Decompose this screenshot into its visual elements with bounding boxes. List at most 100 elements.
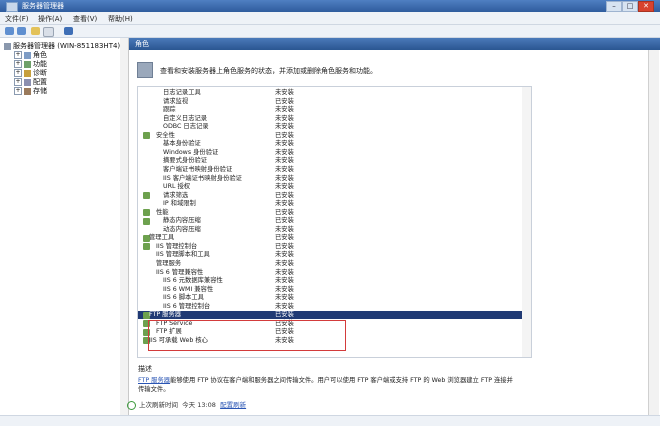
menu-help[interactable]: 帮助(H) bbox=[108, 14, 133, 24]
table-row[interactable]: 请求筛选 已安装 bbox=[138, 192, 523, 200]
title-bar: 服务器管理器 – □ ✕ bbox=[0, 0, 660, 12]
table-row[interactable]: URL 授权 未安装 bbox=[138, 183, 523, 191]
description-text: FTP 服务器能够使用 FTP 协议在客户端和服务器之间传输文件。用户可以使用 … bbox=[138, 376, 518, 394]
table-row[interactable]: 客户端证书映射身份验证 未安装 bbox=[138, 166, 523, 174]
service-name: 性能 bbox=[156, 208, 169, 216]
service-name: 自定义日志记录 bbox=[163, 114, 208, 122]
table-row[interactable]: 请求监视 已安装 bbox=[138, 98, 523, 106]
refresh-label: 上次刷新时间 bbox=[139, 401, 178, 409]
window-title: 服务器管理器 bbox=[22, 2, 64, 10]
panel-scrollbar[interactable] bbox=[648, 50, 659, 415]
table-row[interactable]: IIS 6 管理兼容性 未安装 bbox=[138, 269, 523, 277]
service-status: 已安装 bbox=[275, 191, 294, 199]
properties-icon[interactable] bbox=[43, 27, 54, 37]
table-row[interactable]: 性能 已安装 bbox=[138, 209, 523, 217]
forward-icon[interactable] bbox=[17, 27, 26, 35]
service-name: 静态内容压缩 bbox=[163, 217, 201, 225]
panel-title: 角色 bbox=[135, 40, 149, 48]
service-status: 未安装 bbox=[275, 140, 294, 148]
table-row[interactable]: 基本身份验证 未安装 bbox=[138, 140, 523, 148]
status-bar bbox=[0, 415, 660, 426]
service-status: 未安装 bbox=[275, 225, 294, 233]
installed-role-icon bbox=[143, 192, 150, 200]
back-icon[interactable] bbox=[5, 27, 14, 35]
table-row[interactable]: 管理服务 未安装 bbox=[138, 260, 523, 268]
roles-icon bbox=[137, 62, 153, 78]
roles-icon bbox=[24, 51, 31, 59]
panel-header: 角色 bbox=[129, 38, 660, 50]
refresh-time: 今天 13:08 bbox=[182, 401, 216, 409]
table-row[interactable]: 动态内容压缩 未安装 bbox=[138, 226, 523, 234]
expand-icon[interactable]: + bbox=[14, 69, 22, 77]
list-scrollbar[interactable] bbox=[522, 86, 532, 358]
tree-scrollbar[interactable] bbox=[120, 38, 129, 415]
tree-item-storage[interactable]: + 存储 bbox=[14, 86, 47, 96]
table-row[interactable]: ODBC 日志记录 未安装 bbox=[138, 123, 523, 131]
service-name: 动态内容压缩 bbox=[163, 225, 201, 233]
storage-icon bbox=[24, 87, 31, 95]
table-row[interactable]: 跟踪 未安装 bbox=[138, 106, 523, 114]
menu-file[interactable]: 文件(F) bbox=[5, 14, 29, 24]
table-row[interactable]: IIS 6 管理控制台 未安装 bbox=[138, 303, 523, 311]
features-icon bbox=[24, 60, 31, 68]
expand-icon[interactable]: + bbox=[14, 60, 22, 68]
service-status: 未安装 bbox=[275, 268, 294, 276]
table-row[interactable]: IIS 管理控制台 已安装 bbox=[138, 243, 523, 251]
table-row[interactable]: IIS 客户端证书映射身份验证 未安装 bbox=[138, 175, 523, 183]
toolbar bbox=[0, 25, 660, 38]
configure-refresh-link[interactable]: 配置刷新 bbox=[220, 401, 246, 409]
description-link[interactable]: FTP 服务器 bbox=[138, 377, 170, 384]
table-row[interactable]: 日志记录工具 未安装 bbox=[138, 89, 523, 97]
server-manager-icon bbox=[6, 2, 18, 12]
table-row[interactable]: IIS 6 WMI 兼容性 未安装 bbox=[138, 286, 523, 294]
service-status: 已安装 bbox=[275, 217, 294, 225]
service-name: IIS 管理控制台 bbox=[156, 242, 198, 250]
help-icon[interactable] bbox=[64, 27, 73, 35]
menu-action[interactable]: 操作(A) bbox=[38, 14, 62, 24]
minimize-button[interactable]: – bbox=[606, 1, 622, 12]
service-name: 管理工具 bbox=[149, 234, 175, 242]
menu-view[interactable]: 查看(V) bbox=[73, 14, 97, 24]
service-name: 客户端证书映射身份验证 bbox=[163, 165, 233, 173]
table-row[interactable]: FTP 服务器 已安装 bbox=[138, 311, 523, 320]
service-status: 未安装 bbox=[275, 285, 294, 293]
service-name: IIS 客户端证书映射身份验证 bbox=[163, 174, 242, 182]
service-status: 未安装 bbox=[275, 148, 294, 156]
table-row[interactable]: IIS 6 脚本工具 未安装 bbox=[138, 294, 523, 302]
service-status: 未安装 bbox=[275, 251, 294, 259]
service-status: 未安装 bbox=[275, 106, 294, 114]
installed-role-icon bbox=[143, 217, 150, 225]
description-body: 能够使用 FTP 协议在客户端和服务器之间传输文件。用户可以使用 FTP 客户端… bbox=[138, 377, 513, 393]
expand-icon[interactable]: + bbox=[14, 51, 22, 59]
table-row[interactable]: IIS 管理脚本和工具 未安装 bbox=[138, 251, 523, 259]
table-row[interactable]: 静态内容压缩 已安装 bbox=[138, 217, 523, 225]
service-status: 未安装 bbox=[275, 294, 294, 302]
service-name: 管理服务 bbox=[156, 260, 182, 267]
service-name: IIS 6 管理兼容性 bbox=[156, 268, 204, 276]
service-name: 日志记录工具 bbox=[163, 89, 201, 96]
folder-icon[interactable] bbox=[31, 27, 40, 35]
service-name: 安全性 bbox=[156, 131, 175, 139]
maximize-button[interactable]: □ bbox=[622, 1, 638, 12]
service-status: 已安装 bbox=[275, 208, 294, 216]
table-row[interactable]: 安全性 已安装 bbox=[138, 132, 523, 140]
table-row[interactable]: 摘要式身份验证 未安装 bbox=[138, 157, 523, 165]
table-row[interactable]: Windows 身份验证 未安装 bbox=[138, 149, 523, 157]
service-status: 已安装 bbox=[275, 242, 294, 250]
expand-icon[interactable]: + bbox=[14, 78, 22, 86]
table-row[interactable]: 自定义日志记录 未安装 bbox=[138, 115, 523, 123]
table-row[interactable]: 管理工具 已安装 bbox=[138, 234, 523, 242]
service-name: 跟踪 bbox=[163, 106, 176, 114]
menu-bar: 文件(F) 操作(A) 查看(V) 帮助(H) bbox=[0, 12, 660, 25]
close-button[interactable]: ✕ bbox=[638, 1, 654, 12]
expand-icon[interactable]: + bbox=[14, 87, 22, 95]
service-name: IIS 管理脚本和工具 bbox=[156, 251, 210, 259]
table-row[interactable]: IP 和域限制 未安装 bbox=[138, 200, 523, 208]
table-row[interactable]: IIS 6 元数据库兼容性 未安装 bbox=[138, 277, 523, 285]
diagnostics-icon bbox=[24, 69, 31, 77]
highlight-box bbox=[148, 320, 346, 351]
service-status: 未安装 bbox=[275, 174, 294, 182]
navigation-tree: 服务器管理器 (WIN-851183HT4) + 角色 + 功能 + 诊断 + 配置 +… bbox=[0, 38, 121, 415]
service-status: 未安装 bbox=[275, 302, 294, 310]
role-services-list: 日志记录工具 未安装 请求监视 已安装 跟踪 未安装 自定义日志记录 未安装 ODBC 日志记录… bbox=[137, 86, 524, 358]
